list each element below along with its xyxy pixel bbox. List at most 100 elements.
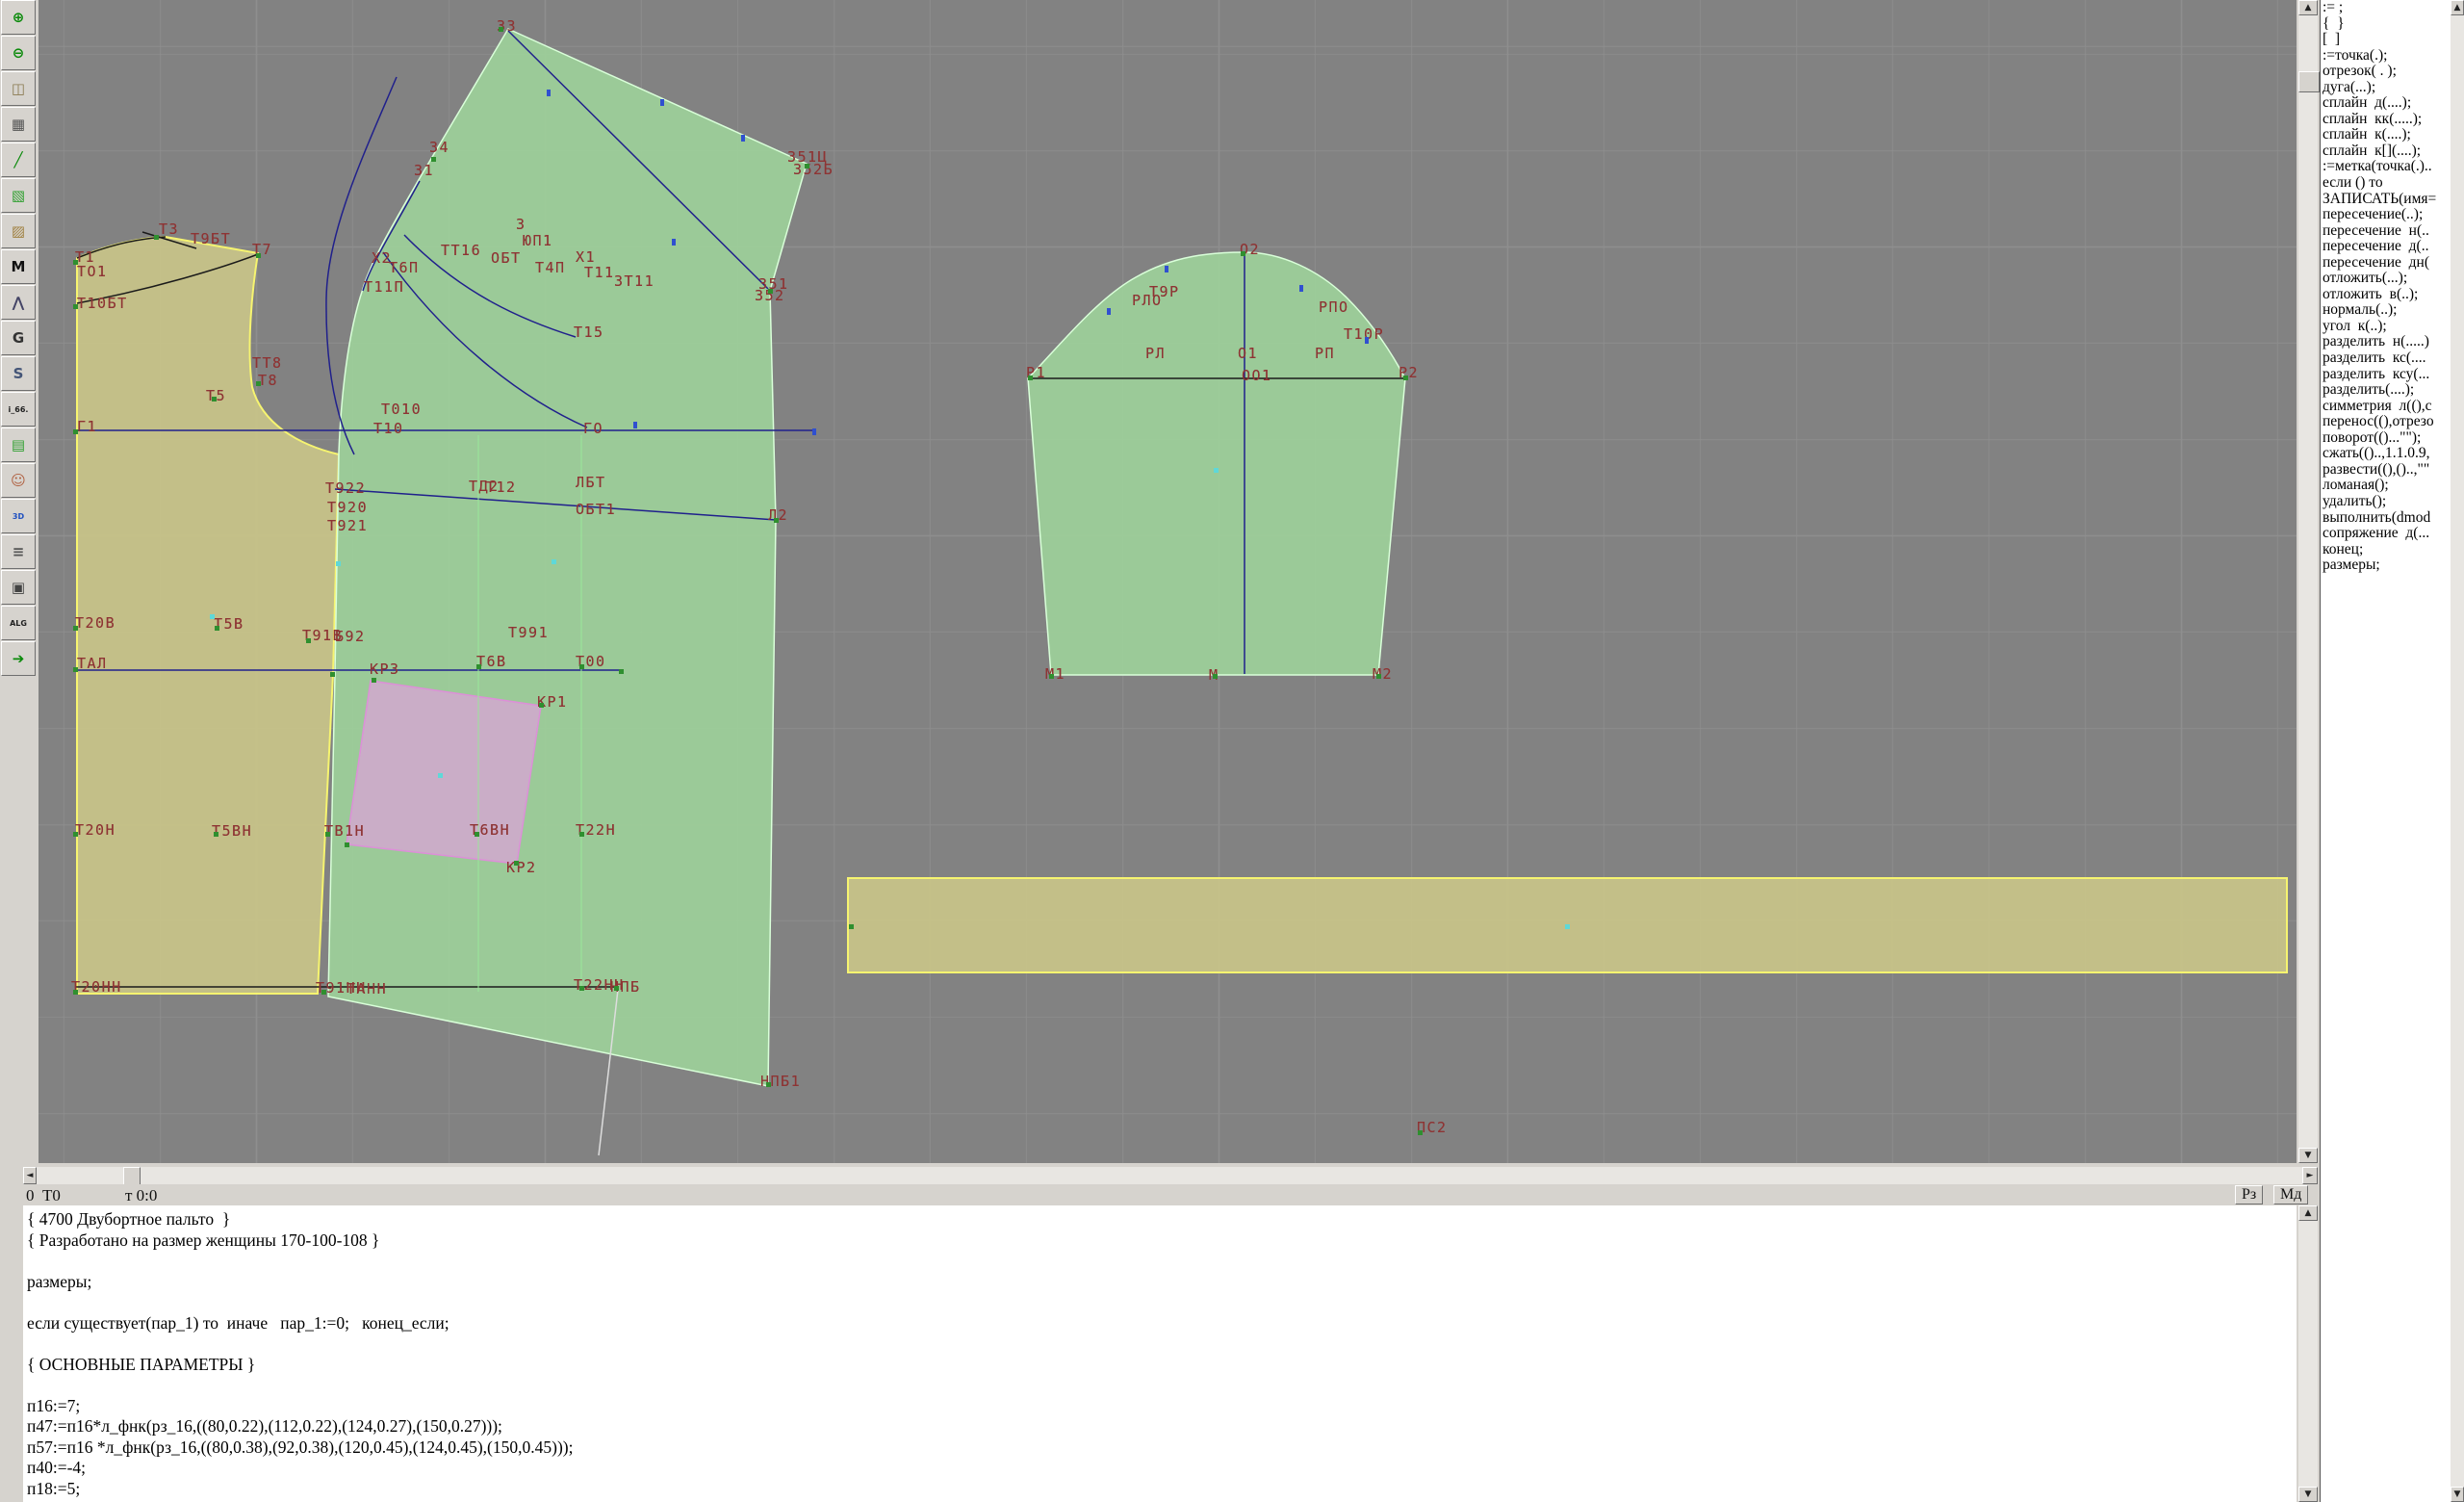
- canvas-vscrollbar[interactable]: ▲ ▼: [2298, 0, 2318, 1163]
- canvas-scroll-left-icon[interactable]: ◄: [23, 1167, 37, 1184]
- command-item[interactable]: поворот(()..."");: [2321, 430, 2451, 447]
- sidebar-scrollbar[interactable]: ▲ ▼: [2451, 0, 2464, 1502]
- point-label-ТВ1Н: ТВ1Н: [324, 824, 365, 839]
- threed-icon[interactable]: 3D: [1, 499, 36, 533]
- command-item[interactable]: [ ]: [2321, 32, 2451, 48]
- command-item[interactable]: { }: [2321, 16, 2451, 33]
- text-vscrollbar[interactable]: ▲ ▼: [2298, 1205, 2318, 1502]
- command-item[interactable]: разделить ксу(...: [2321, 367, 2451, 383]
- text-list-icon[interactable]: ≡: [1, 534, 36, 569]
- zoom-window-icon[interactable]: ⊖: [1, 36, 36, 70]
- command-item[interactable]: сплайн к[](....);: [2321, 143, 2451, 160]
- command-item[interactable]: := ;: [2321, 0, 2451, 16]
- g-tool-icon: G: [13, 329, 24, 347]
- command-item[interactable]: если () то: [2321, 175, 2451, 192]
- green-point-marker: [372, 678, 376, 683]
- canvas-hscroll-thumb[interactable]: [123, 1167, 141, 1186]
- command-item[interactable]: конец;: [2321, 542, 2451, 558]
- green-point-marker: [475, 832, 479, 837]
- m-pattern-icon[interactable]: M: [1, 249, 36, 284]
- command-item[interactable]: сопряжение д(...: [2321, 526, 2451, 542]
- table-icon[interactable]: ▤: [1, 427, 36, 462]
- command-item[interactable]: пересечение(..);: [2321, 207, 2451, 223]
- portrait-icon[interactable]: ☺: [1, 463, 36, 498]
- point-label-Т10: Т10: [373, 422, 404, 436]
- pattern-sheet-icon[interactable]: ▨: [1, 214, 36, 248]
- command-item[interactable]: выполнить(dmod: [2321, 510, 2451, 527]
- point-label-Т12: Т12: [486, 480, 517, 495]
- point-label-РП: РП: [1315, 347, 1335, 361]
- threed-icon: 3D: [13, 512, 24, 521]
- text-scroll-up-icon[interactable]: ▲: [2298, 1205, 2318, 1221]
- s-ruler-icon[interactable]: S: [1, 356, 36, 391]
- command-item[interactable]: удалить();: [2321, 494, 2451, 510]
- green-point-marker: [154, 235, 159, 240]
- canvas-hscrollbar[interactable]: ◄ ►: [23, 1167, 2318, 1184]
- program-text-area[interactable]: { 4700 Двубортное пальто }{ Разработано …: [23, 1205, 2297, 1502]
- command-item[interactable]: сплайн к(....);: [2321, 127, 2451, 143]
- command-item[interactable]: разделить н(.....): [2321, 334, 2451, 350]
- command-item[interactable]: отложить в(..);: [2321, 287, 2451, 303]
- point-label-РЛ: РЛ: [1145, 347, 1166, 361]
- point-label-Т3: Т3: [159, 222, 179, 237]
- compass-icon[interactable]: ⋀: [1, 285, 36, 320]
- command-item[interactable]: ЗАПИСАТЬ(имя=: [2321, 192, 2451, 208]
- canvas-scroll-up-icon[interactable]: ▲: [2298, 0, 2318, 15]
- command-item[interactable]: пересечение дн(: [2321, 255, 2451, 272]
- drawing-canvas[interactable]: Т3Т9БТТ7Т1ТО1Т10БТТТ8Т8Т5Г1Т20ВТ5ВТ91ВБ9…: [38, 0, 2297, 1163]
- command-item[interactable]: угол к(..);: [2321, 319, 2451, 335]
- text-scroll-down-icon[interactable]: ▼: [2298, 1487, 2318, 1502]
- command-item[interactable]: :=метка(точка(.)..: [2321, 159, 2451, 175]
- green-point-marker: [579, 986, 584, 991]
- command-item[interactable]: сплайн д(....);: [2321, 95, 2451, 112]
- command-item[interactable]: разделить кс(....: [2321, 350, 2451, 367]
- rz-button[interactable]: Рз: [2235, 1185, 2263, 1204]
- grid-icon[interactable]: ▦: [1, 107, 36, 142]
- zoom-in-icon[interactable]: ⊕: [1, 0, 36, 35]
- i66-icon[interactable]: i_66.: [1, 392, 36, 427]
- zoom-window-icon: ⊖: [13, 44, 25, 62]
- point-label-Т922: Т922: [325, 481, 366, 496]
- portrait-icon: ☺: [11, 472, 26, 489]
- command-item[interactable]: пересечение н(..: [2321, 223, 2451, 240]
- green-point-marker: [1418, 1130, 1423, 1135]
- command-item[interactable]: отложить(...);: [2321, 271, 2451, 287]
- point-label-О1: О1: [1238, 347, 1258, 361]
- canvas-vscroll-thumb[interactable]: [2298, 71, 2320, 92]
- sidebar-scroll-up-icon[interactable]: ▲: [2451, 0, 2464, 15]
- blue-point-marker: [660, 99, 664, 106]
- segment-icon[interactable]: ╱: [1, 142, 36, 177]
- command-item[interactable]: пересечение д(..: [2321, 239, 2451, 255]
- md-button[interactable]: Мд: [2273, 1185, 2308, 1204]
- alg-icon[interactable]: ALG: [1, 606, 36, 640]
- sheet-map-icon[interactable]: ▧: [1, 178, 36, 213]
- preview-sheet-icon[interactable]: ◫: [1, 71, 36, 106]
- command-item[interactable]: ломаная();: [2321, 478, 2451, 494]
- command-item[interactable]: перенос((),отрезо: [2321, 414, 2451, 430]
- sidebar-scroll-down-icon[interactable]: ▼: [2451, 1487, 2464, 1502]
- green-point-marker: [73, 260, 78, 265]
- green-point-marker: [514, 861, 519, 866]
- green-point-marker: [805, 164, 809, 168]
- command-item[interactable]: сжать(()..,1.1.0.9,: [2321, 446, 2451, 462]
- point-label-Т8: Т8: [258, 374, 278, 388]
- canvas-scroll-right-icon[interactable]: ►: [2302, 1167, 2318, 1184]
- hand-import-icon[interactable]: ➔: [1, 641, 36, 676]
- command-item[interactable]: отрезок( . );: [2321, 64, 2451, 80]
- printer-icon[interactable]: ▣: [1, 570, 36, 605]
- point-label-34: 34: [429, 141, 449, 155]
- command-item[interactable]: нормаль(..);: [2321, 302, 2451, 319]
- command-item[interactable]: :=точка(.);: [2321, 48, 2451, 65]
- command-item[interactable]: разделить(....);: [2321, 382, 2451, 399]
- green-point-marker: [306, 638, 311, 643]
- g-tool-icon[interactable]: G: [1, 321, 36, 355]
- command-item[interactable]: сплайн кк(.....);: [2321, 112, 2451, 128]
- canvas-scroll-down-icon[interactable]: ▼: [2298, 1148, 2318, 1163]
- command-item[interactable]: симметрия л((),с: [2321, 399, 2451, 415]
- label-overlay: Т3Т9БТТ7Т1ТО1Т10БТТТ8Т8Т5Г1Т20ВТ5ВТ91ВБ9…: [38, 0, 2297, 1163]
- command-item[interactable]: дуга(...);: [2321, 80, 2451, 96]
- zoom-in-icon: ⊕: [13, 9, 25, 26]
- point-label-Т20Н: Т20Н: [75, 823, 116, 838]
- command-item[interactable]: размеры;: [2321, 557, 2451, 574]
- command-item[interactable]: развести((),()..,"": [2321, 462, 2451, 479]
